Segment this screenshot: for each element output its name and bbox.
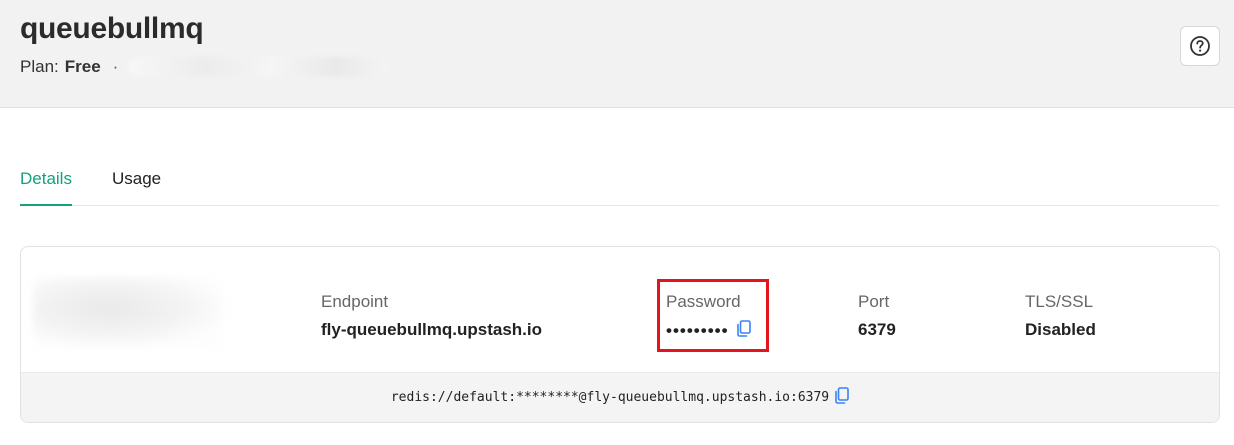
database-title: queuebullmq [20, 12, 204, 45]
endpoint-label: Endpoint [321, 292, 389, 311]
tls-value: Disabled [1025, 320, 1096, 339]
endpoint-field: Endpoint fly-queuebullmq.upstash.io [321, 292, 542, 340]
question-circle-icon [1190, 36, 1210, 56]
connection-string-bar: redis://default:********@fly-queuebullmq… [21, 372, 1219, 422]
tls-field: TLS/SSL Disabled [1025, 292, 1096, 340]
plan-value: Free [64, 57, 101, 76]
plan-separator: · [112, 57, 119, 76]
endpoint-value: fly-queuebullmq.upstash.io [321, 320, 543, 339]
plan-line: Plan: Free · [20, 57, 389, 77]
tab-details[interactable]: Details [20, 165, 72, 206]
tab-bar: Details Usage [20, 165, 1219, 206]
tls-label: TLS/SSL [1025, 292, 1094, 311]
port-label: Port [858, 292, 890, 311]
blurred-metadata [128, 57, 389, 77]
connection-string: redis://default:********@fly-queuebullmq… [390, 390, 830, 405]
password-highlight-box [657, 279, 769, 352]
port-field: Port 6379 [858, 292, 896, 340]
blurred-logo [33, 277, 223, 347]
help-button[interactable] [1180, 26, 1220, 66]
tab-usage[interactable]: Usage [112, 165, 161, 206]
plan-label: Plan: [20, 57, 59, 76]
copy-icon[interactable] [835, 386, 849, 409]
page-header: queuebullmq Plan: Free · [0, 0, 1234, 108]
port-value: 6379 [858, 320, 896, 339]
database-details-card: Endpoint fly-queuebullmq.upstash.io Pass… [20, 246, 1220, 423]
